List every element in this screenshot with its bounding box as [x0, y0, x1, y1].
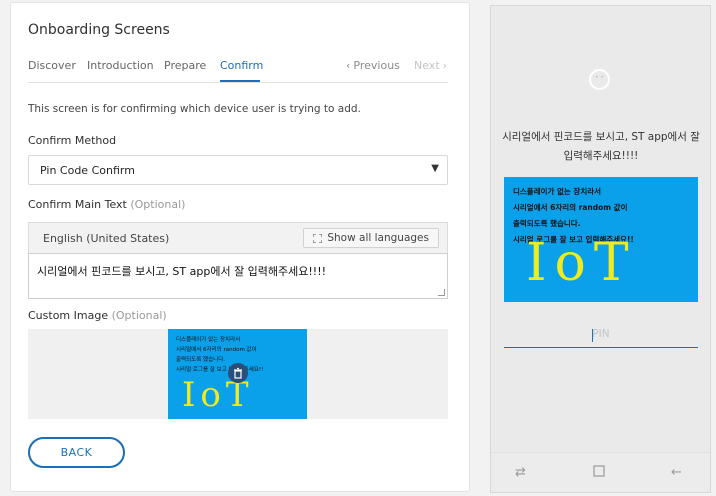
preview-image-line: 시리얼에서 6자리의 random 값이: [513, 203, 628, 212]
main-text-value: 시리얼에서 핀코드를 보시고, ST app에서 잘 입력해주세요!!!!: [37, 265, 327, 278]
confirm-main-text-label: Confirm Main Text (Optional): [28, 198, 185, 211]
recent-apps-icon[interactable]: ⇄: [515, 465, 526, 480]
thumbnail-line: 시리얼에서 6자리의 random 값이: [176, 347, 257, 353]
dropdown-arrow-icon: ▼: [431, 163, 439, 174]
pin-placeholder: PIN: [592, 328, 610, 340]
active-tab-indicator: [220, 80, 260, 82]
resize-handle[interactable]: [438, 289, 445, 296]
pin-input[interactable]: PIN: [504, 324, 698, 348]
text-caret: [592, 329, 593, 342]
next-label: Next: [414, 59, 440, 72]
tab-introduction[interactable]: Introduction: [87, 59, 154, 72]
thumbnail-line: 시리얼 로그를 잘 보고 입력해주세요!!: [176, 367, 264, 373]
confirm-method-label: Confirm Method: [28, 134, 117, 147]
tab-confirm[interactable]: Confirm: [220, 59, 263, 72]
main-text-textarea[interactable]: 시리얼에서 핀코드를 보시고, ST app에서 잘 입력해주세요!!!!: [28, 253, 448, 299]
screen-description: This screen is for confirming which devi…: [28, 103, 361, 115]
preview-main-text: 시리얼에서 핀코드를 보시고, ST app에서 잘 입력해주세요!!!!: [502, 131, 700, 162]
thumbnail-line: 디스플레이가 없는 장치라서: [176, 337, 241, 343]
tab-discover[interactable]: Discover: [28, 59, 76, 72]
preview-image-line: 출력되도록 했습니다.: [513, 219, 581, 228]
home-icon[interactable]: [593, 465, 605, 481]
expand-icon: [313, 233, 323, 243]
delete-image-button[interactable]: [228, 363, 248, 383]
previous-label: Previous: [353, 59, 400, 72]
custom-image-area: 디스플레이가 없는 장치라서 시리얼에서 6자리의 random 값이 출력되도…: [28, 329, 448, 419]
page-title: Onboarding Screens: [28, 22, 170, 38]
confirm-method-select[interactable]: Pin Code Confirm ▼: [28, 155, 448, 185]
language-name: English (United States): [43, 232, 170, 245]
preview-iot-logo: IoT: [526, 233, 637, 293]
thumbnail-text: 디스플레이가 없는 장치라서 시리얼에서 6자리의 random 값이 출력되도…: [176, 335, 263, 375]
next-button[interactable]: Next ›: [414, 59, 447, 72]
chevron-left-icon: ‹: [346, 59, 351, 72]
phone-preview: • • 시리얼에서 핀코드를 보시고, ST app에서 잘 입력해주세요!!!…: [490, 5, 711, 493]
custom-image-label-text: Custom Image: [28, 309, 109, 322]
spinner-dots: • •: [595, 74, 604, 81]
back-button[interactable]: BACK: [28, 437, 125, 468]
chevron-right-icon: ›: [442, 59, 448, 72]
loading-spinner-icon: • •: [589, 69, 610, 90]
custom-image-optional: (Optional): [111, 309, 167, 322]
custom-image-thumbnail[interactable]: 디스플레이가 없는 장치라서 시리얼에서 6자리의 random 값이 출력되도…: [168, 329, 307, 419]
tab-prepare[interactable]: Prepare: [164, 59, 206, 72]
thumbnail-line: 출력되도록 했습니다.: [176, 357, 226, 363]
custom-image-label: Custom Image (Optional): [28, 309, 167, 322]
confirm-method-value: Pin Code Confirm: [40, 164, 135, 177]
previous-button[interactable]: ‹ Previous: [346, 59, 400, 72]
trash-icon: [234, 367, 242, 379]
language-text-box: English (United States) Show all languag…: [28, 222, 448, 299]
confirm-main-text-label-text: Confirm Main Text: [28, 198, 127, 211]
preview-image: 디스플레이가 없는 장치라서 시리얼에서 6자리의 random 값이 출력되도…: [504, 177, 698, 302]
optional-label: (Optional): [130, 198, 186, 211]
onboarding-card: Onboarding Screens Discover Introduction…: [10, 2, 470, 492]
show-all-languages-label: Show all languages: [327, 232, 429, 244]
phone-nav-bar: ⇄ ←: [491, 452, 710, 492]
show-all-languages-button[interactable]: Show all languages: [303, 228, 439, 248]
preview-image-line: 디스플레이가 없는 장치라서: [513, 187, 602, 196]
back-icon[interactable]: ←: [671, 465, 682, 480]
tab-bar: Discover Introduction Prepare Confirm ‹ …: [28, 59, 448, 83]
